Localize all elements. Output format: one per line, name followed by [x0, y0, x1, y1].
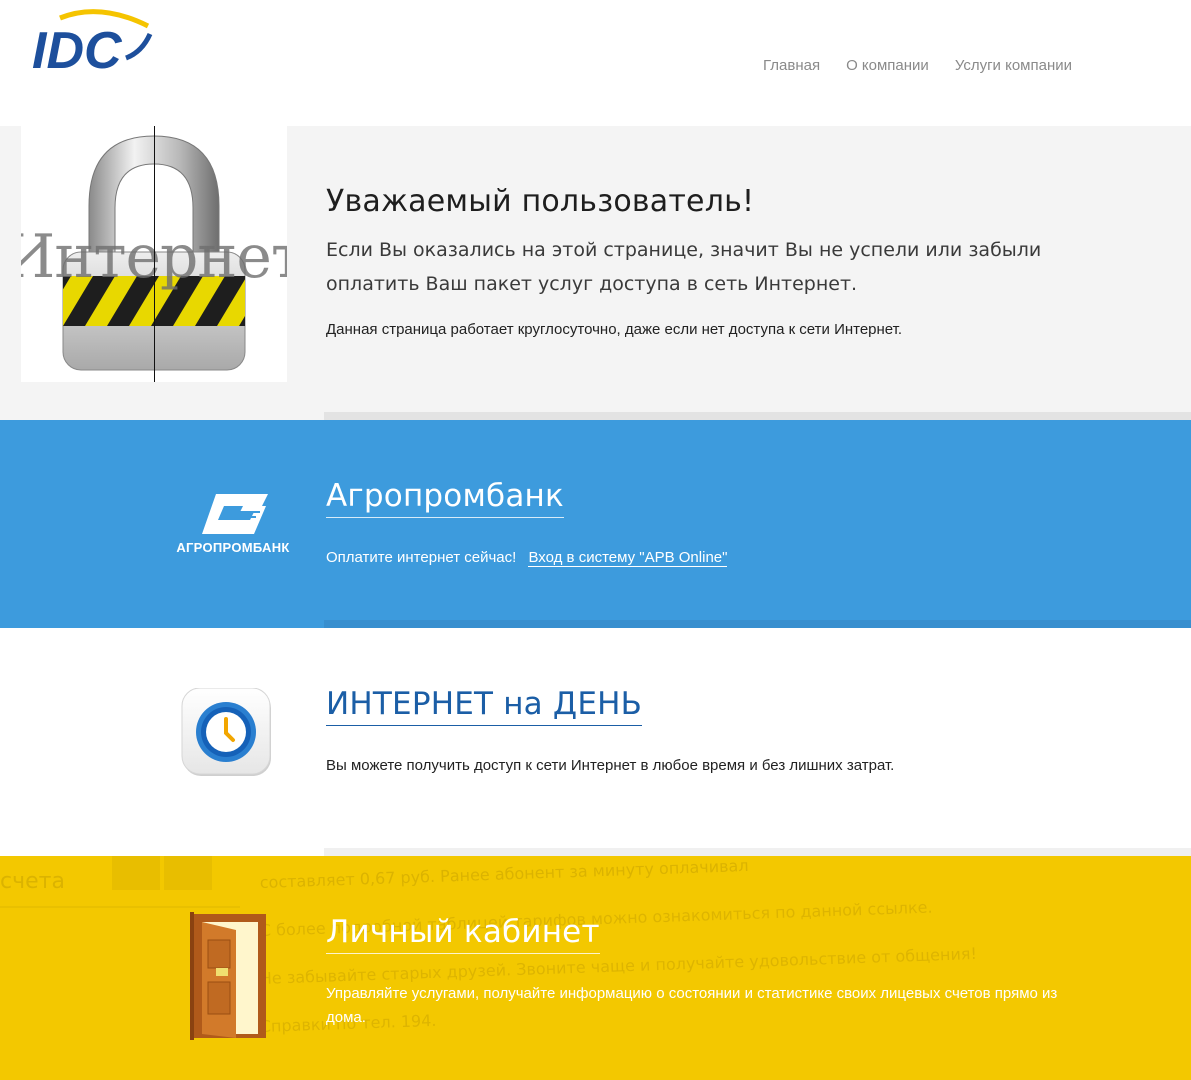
cabinet-content: Личный кабинет Управляйте услугами, полу…: [326, 914, 1086, 1030]
nav-services[interactable]: Услуги компании: [955, 56, 1072, 76]
apb-online-login-link[interactable]: Вход в систему "APB Online": [528, 549, 728, 567]
main-nav: Главная О компании Услуги компании: [763, 56, 1072, 76]
agroprombank-icon: [202, 494, 268, 534]
day-pass-content: ИНТЕРНЕТ на ДЕНЬ Вы можете получить дост…: [326, 686, 894, 778]
cabinet-title[interactable]: Личный кабинет: [326, 914, 600, 954]
bg-line-0: счета: [0, 869, 65, 894]
bank-call-to-action: Оплатите интернет сейчас!: [326, 549, 517, 566]
image-divider-line: [154, 126, 155, 382]
clock-app-icon[interactable]: [181, 688, 273, 780]
nav-about[interactable]: О компании: [846, 56, 929, 76]
site-header: IDC Главная О компании Услуги компании: [0, 0, 1191, 126]
idc-logo[interactable]: IDC: [30, 8, 154, 78]
agroprombank-logo-text: АГРОПРОМБАНК: [176, 540, 290, 555]
day-pass-text: Вы можете получить доступ к сети Интерне…: [326, 757, 895, 774]
notice-note: Данная страница работает круглосуточно, …: [326, 321, 903, 338]
notice-content: Уважаемый пользователь! Если Вы оказалис…: [326, 184, 1086, 338]
cabinet-text: Управляйте услугами, получайте информаци…: [326, 985, 1058, 1026]
bank-subtext: Оплатите интернет сейчас! Вход в систему…: [326, 546, 728, 570]
cabinet-section: счета составляет 0,67 руб. Ранее абонент…: [0, 856, 1191, 1080]
bank-section: АГРОПРОМБАНК Агропромбанк Оплатите интер…: [0, 420, 1191, 628]
bank-content: Агропромбанк Оплатите интернет сейчас! В…: [326, 478, 728, 570]
day-pass-section: ИНТЕРНЕТ на ДЕНЬ Вы можете получить дост…: [0, 628, 1191, 856]
open-door-icon[interactable]: [190, 912, 270, 1040]
agroprombank-logo[interactable]: АГРОПРОМБАНК: [168, 490, 298, 560]
section-divider: [324, 412, 1191, 420]
nav-home[interactable]: Главная: [763, 56, 820, 76]
bank-title[interactable]: Агропромбанк: [326, 478, 564, 518]
notice-text: Если Вы оказались на этой странице, знач…: [326, 239, 1042, 295]
padlock-image: Интернет: [21, 126, 287, 382]
notice-section: Интернет Уважаемый пользователь! Если Вы…: [0, 126, 1191, 420]
section-divider: [324, 848, 1191, 856]
bg-line-1: составляет 0,67 руб. Ранее абонент за ми…: [259, 856, 748, 892]
logo-text: IDC: [32, 22, 123, 78]
notice-title: Уважаемый пользователь!: [326, 184, 755, 219]
section-divider: [324, 620, 1191, 628]
day-pass-title[interactable]: ИНТЕРНЕТ на ДЕНЬ: [326, 686, 643, 726]
